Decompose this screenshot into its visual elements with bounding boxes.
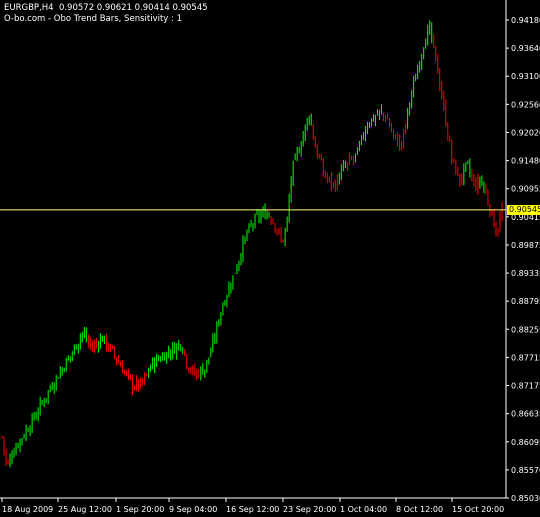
time-label: 15 Oct 20:00 [452, 505, 504, 514]
price-label: 0.93100 [511, 72, 540, 81]
price-axis: 0.94180 0.93640 0.93100 0.92560 0.92020 0.914… [506, 16, 540, 503]
chart-window[interactable]: 0.94180 0.93640 0.93100 0.92560 0.92020 0.914… [0, 0, 540, 517]
price-label: 0.92560 [511, 100, 540, 109]
time-label: 25 Aug 12:00 [58, 505, 112, 514]
time-label: 23 Sep 20:00 [283, 505, 336, 514]
price-label: 0.94180 [511, 16, 540, 25]
price-chart[interactable]: 0.94180 0.93640 0.93100 0.92560 0.92020 0.914… [0, 0, 540, 517]
price-label: 0.89875 [511, 241, 540, 250]
price-label: 0.90955 [511, 185, 540, 194]
time-label: 1 Oct 04:00 [340, 505, 387, 514]
price-label: 0.87715 [511, 353, 540, 362]
price-label: 0.88255 [511, 325, 540, 334]
price-label: 0.85570 [511, 466, 540, 475]
time-label: 16 Sep 12:00 [226, 505, 279, 514]
current-price-tag: 0.90545 [507, 204, 540, 215]
candle-series [1, 20, 503, 468]
time-label: 1 Sep 20:00 [116, 505, 164, 514]
price-label: 0.91480 [511, 157, 540, 166]
price-label: 0.87175 [511, 382, 540, 391]
indicator-info: O-bo.com - Obo Trend Bars, Sensitivity :… [4, 14, 183, 24]
symbol-info: EURGBP,H4 0.90572 0.90621 0.90414 0.9054… [4, 3, 208, 13]
time-axis: 18 Aug 2009 25 Aug 12:00 1 Sep 20:00 9 Sep … [1, 498, 504, 514]
price-label: 0.88795 [511, 297, 540, 306]
price-label: 0.93640 [511, 44, 540, 53]
price-label: 0.89335 [511, 269, 540, 278]
time-label: 18 Aug 2009 [2, 505, 53, 514]
time-label: 8 Oct 12:00 [396, 505, 443, 514]
price-label: 0.92020 [511, 128, 540, 137]
price-label: 0.86635 [511, 410, 540, 419]
price-label: 0.86095 [511, 438, 540, 447]
price-label: 0.85030 [511, 494, 540, 503]
time-label: 9 Sep 04:00 [169, 505, 217, 514]
